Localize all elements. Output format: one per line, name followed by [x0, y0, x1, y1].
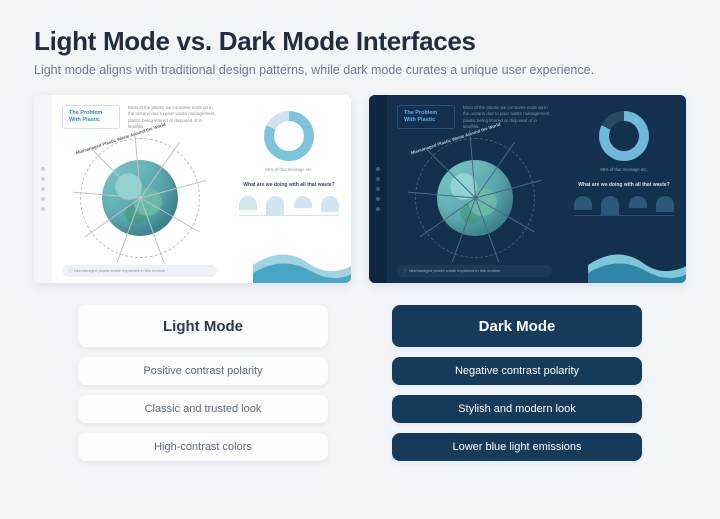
info-card-title: The Problem With Plastic	[397, 105, 455, 129]
dark-mode-heading: Dark Mode	[392, 305, 642, 347]
mini-bar-chart	[239, 196, 339, 216]
page-subtitle: Light mode aligns with traditional desig…	[34, 63, 686, 77]
globe-chart: Mismanaged Plastic Waste Around the Worl…	[411, 134, 539, 262]
dark-feature: Negative contrast polarity	[392, 357, 642, 385]
wave-decoration	[253, 245, 351, 283]
caption-bar: ⓘ Mismanaged plastic waste explained in …	[397, 265, 552, 277]
caption-bar: ⓘ Mismanaged plastic waste explained in …	[62, 265, 217, 277]
dark-feature: Stylish and modern look	[392, 395, 642, 423]
wave-decoration	[588, 245, 686, 283]
light-mode-heading: Light Mode	[78, 305, 328, 347]
preview-row: The Problem With Plastic Most of the pla…	[34, 95, 686, 283]
info-card-title: The Problem With Plastic	[62, 105, 120, 129]
light-feature: Positive contrast polarity	[78, 357, 328, 385]
donut-chart	[599, 111, 649, 161]
globe-chart: Mismanaged Plastic Waste Around the Worl…	[76, 134, 204, 262]
donut-chart	[264, 111, 314, 161]
dark-preview: The Problem With Plastic Most of the pla…	[369, 95, 686, 283]
page-title: Light Mode vs. Dark Mode Interfaces	[34, 26, 686, 57]
comparison-cards: Light Mode Positive contrast polarity Cl…	[34, 305, 686, 461]
light-preview: The Problem With Plastic Most of the pla…	[34, 95, 351, 283]
dark-column: Dark Mode Negative contrast polarity Sty…	[392, 305, 642, 461]
light-feature: Classic and trusted look	[78, 395, 328, 423]
sidebar-rail	[34, 95, 52, 283]
mini-bar-chart	[574, 196, 674, 216]
light-feature: High-contrast colors	[78, 433, 328, 461]
sidebar-rail	[369, 95, 387, 283]
light-column: Light Mode Positive contrast polarity Cl…	[78, 305, 328, 461]
dark-feature: Lower blue light emissions	[392, 433, 642, 461]
